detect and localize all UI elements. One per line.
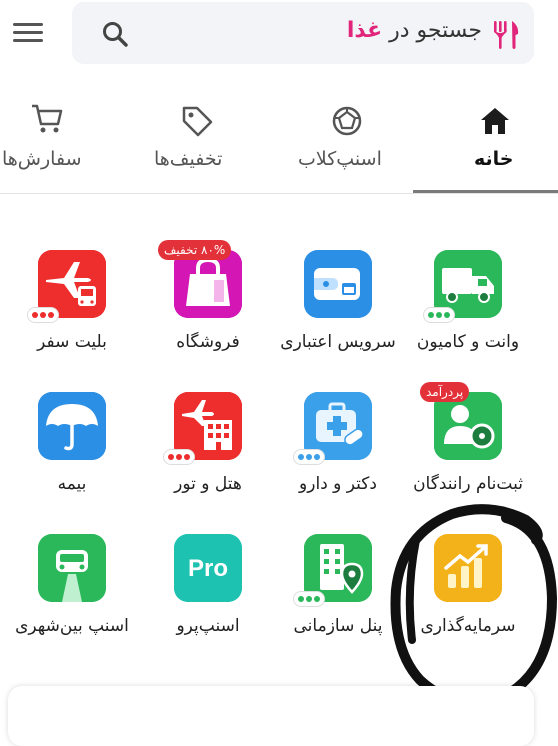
cart-icon xyxy=(32,104,63,133)
service-tile xyxy=(434,534,502,602)
service-label: فروشگاه xyxy=(176,332,240,352)
service-label: اسنپ‌پرو xyxy=(176,616,240,636)
service-snapp-pro[interactable]: Pro اسنپ‌پرو xyxy=(138,534,278,664)
tag-icon xyxy=(182,106,213,137)
bottom-card xyxy=(8,686,534,746)
top-bar: جستجو در غذا xyxy=(0,0,558,80)
service-tile xyxy=(38,392,106,460)
service-insurance[interactable]: بیمه xyxy=(2,392,142,522)
service-tile: Pro xyxy=(174,534,242,602)
tab-home[interactable]: خانه xyxy=(430,96,550,188)
service-label: اسنپ بین‌شهری xyxy=(15,616,129,636)
tab-orders-label: سفارش‌ها xyxy=(2,148,82,170)
service-label: بلیت سفر xyxy=(37,332,107,352)
tabs-divider xyxy=(0,193,558,194)
status-dots xyxy=(424,308,454,322)
status-dots xyxy=(294,592,324,606)
service-label: هتل و تور xyxy=(174,474,242,494)
service-label: بیمه xyxy=(57,474,87,494)
shopping-bag-icon xyxy=(174,250,242,318)
search-icon xyxy=(103,22,128,47)
umbrella-icon xyxy=(38,392,106,460)
service-tile xyxy=(38,534,106,602)
driver-icon xyxy=(434,392,502,460)
service-hotel-tour[interactable]: هتل و تور xyxy=(138,392,278,522)
fork-knife-icon xyxy=(494,21,519,49)
service-tile xyxy=(304,250,372,318)
service-org-panel[interactable]: پنل سازمانی xyxy=(268,534,408,664)
high-income-badge: پردرآمد xyxy=(420,382,470,402)
service-van-truck[interactable]: وانت و کامیون xyxy=(398,250,538,380)
service-intercity[interactable]: اسنپ بین‌شهری xyxy=(2,534,142,664)
service-travel-ticket[interactable]: بلیت سفر xyxy=(2,250,142,380)
home-icon xyxy=(481,108,509,134)
club-icon xyxy=(332,106,362,136)
hamburger-menu-icon[interactable] xyxy=(10,18,46,50)
chart-up-icon xyxy=(434,534,502,602)
road-car-icon xyxy=(38,534,106,602)
tab-orders[interactable]: سفارش‌ها xyxy=(0,96,120,188)
tab-snapp-club[interactable]: اسنپ‌کلاب xyxy=(290,96,410,188)
service-tile xyxy=(434,392,502,460)
status-dots xyxy=(28,308,58,322)
search-placeholder: جستجو در غذا xyxy=(346,18,482,43)
tab-discounts-label: تخفیف‌ها xyxy=(154,148,223,170)
main-tabs: خانه اسنپ‌کلاب تخفیف‌ها سفارش‌ها xyxy=(0,96,558,194)
wallet-icon xyxy=(304,250,372,318)
pro-text: Pro xyxy=(188,555,228,582)
service-investment[interactable]: سرمایه‌گذاری xyxy=(398,534,538,664)
tab-discounts[interactable]: تخفیف‌ها xyxy=(146,96,266,188)
tab-home-label: خانه xyxy=(474,148,514,170)
tab-snapp-club-label: اسنپ‌کلاب xyxy=(298,148,382,170)
status-dots xyxy=(164,450,194,464)
service-doctor-medicine[interactable]: دکتر و دارو xyxy=(268,392,408,522)
search-input[interactable]: جستجو در غذا xyxy=(72,2,534,64)
service-credit[interactable]: سرویس اعتباری xyxy=(268,250,408,380)
service-driver-signup[interactable]: پردرآمد ثبت‌نام رانندگان xyxy=(398,382,538,522)
discount-badge: ۸۰% تخفیف xyxy=(158,240,232,260)
service-tile xyxy=(174,250,242,318)
service-store[interactable]: ۸۰% تخفیف فروشگاه xyxy=(138,240,278,380)
pro-icon: Pro xyxy=(174,534,242,602)
status-dots xyxy=(294,450,324,464)
